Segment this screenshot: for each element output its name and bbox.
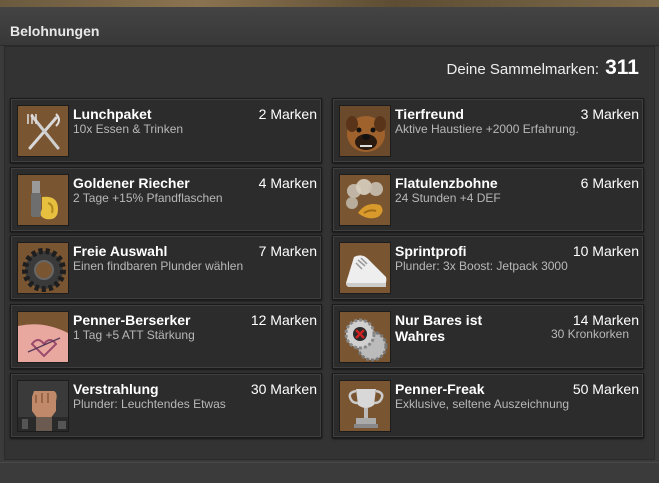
reward-cost: 3 Marken — [580, 106, 639, 122]
reward-description: Aktive Haustiere +2000 Erfahrung. — [395, 122, 579, 136]
reward-card-goldener-riecher[interactable]: Goldener Riecher 4 Marken 2 Tage +15% Pf… — [10, 167, 322, 232]
trophy-icon — [339, 380, 391, 432]
reward-cost: 50 Marken — [572, 381, 639, 397]
reward-cost: 10 Marken — [572, 243, 639, 259]
gear-ring-icon — [17, 242, 69, 294]
sneaker-icon — [339, 242, 391, 294]
reward-description: 2 Tage +15% Pfandflaschen — [73, 191, 223, 205]
reward-title: Penner-Berserker — [73, 312, 191, 328]
reward-title: Verstrahlung — [73, 381, 159, 397]
reward-description: 1 Tag +5 ATT Stärkung — [73, 328, 195, 342]
reward-cost: 4 Marken — [258, 175, 317, 191]
reward-description: 24 Stunden +4 DEF — [395, 191, 501, 205]
balance-value: 311 — [605, 56, 639, 79]
dog-icon — [339, 105, 391, 157]
reward-card-nur-bares-ist-wahres[interactable]: Nur Bares ist Wahres 14 Marken 30 Kronko… — [332, 304, 644, 369]
reward-card-penner-berserker[interactable]: Penner-Berserker 12 Marken 1 Tag +5 ATT … — [10, 304, 322, 369]
reward-description: Plunder: Leuchtendes Etwas — [73, 397, 226, 411]
reward-description: Plunder: 3x Boost: Jetpack 3000 — [395, 259, 568, 273]
reward-title: Sprintprofi — [395, 243, 467, 259]
reward-title: Penner-Freak — [395, 381, 485, 397]
reward-card-verstrahlung[interactable]: Verstrahlung 30 Marken Plunder: Leuchten… — [10, 373, 322, 438]
bottle-cap-icon — [339, 311, 391, 363]
reward-card-tierfreund[interactable]: Tierfreund 3 Marken Aktive Haustiere +20… — [332, 98, 644, 163]
balance-label: Deine Sammelmarken: — [446, 61, 600, 78]
reward-title: Freie Auswahl — [73, 243, 168, 259]
footer-divider — [0, 462, 659, 463]
reward-cost: 14 Marken — [572, 312, 639, 328]
top-decor-strip — [0, 0, 659, 7]
reward-card-penner-freak[interactable]: Penner-Freak 50 Marken Exklusive, selten… — [332, 373, 644, 438]
reward-cost: 7 Marken — [258, 243, 317, 259]
golden-nose-icon — [17, 174, 69, 226]
reward-cost: 30 Marken — [250, 381, 317, 397]
panel-header: Belohnungen — [0, 7, 659, 46]
fork-knife-icon — [17, 105, 69, 157]
reward-cost: 2 Marken — [258, 106, 317, 122]
reward-title: Tierfreund — [395, 106, 464, 122]
reward-card-lunchpaket[interactable]: Lunchpaket 2 Marken 10x Essen & Trinken — [10, 98, 322, 163]
reward-description: 10x Essen & Trinken — [73, 122, 184, 136]
reward-description: 30 Kronkorken — [550, 327, 629, 341]
reward-card-freie-auswahl[interactable]: Freie Auswahl 7 Marken Einen findbaren P… — [10, 235, 322, 300]
reward-title: Goldener Riecher — [73, 175, 190, 191]
bean-icon — [339, 174, 391, 226]
reward-title: Nur Bares ist Wahres — [395, 312, 483, 344]
reward-card-sprintprofi[interactable]: Sprintprofi 10 Marken Plunder: 3x Boost:… — [332, 235, 644, 300]
balance-display: Deine Sammelmarken: 311 — [447, 56, 639, 80]
reward-title: Lunchpaket — [73, 106, 152, 122]
reward-card-flatulenzbohne[interactable]: Flatulenzbohne 6 Marken 24 Stunden +4 DE… — [332, 167, 644, 232]
reward-cost: 12 Marken — [250, 312, 317, 328]
page-title: Belohnungen — [10, 23, 100, 39]
reward-title: Flatulenzbohne — [395, 175, 498, 191]
tattoo-arm-icon — [17, 311, 69, 363]
reward-cost: 6 Marken — [580, 175, 639, 191]
reward-description: Einen findbaren Plunder wählen — [73, 259, 244, 273]
reward-description: Exklusive, seltene Auszeichnung — [395, 397, 570, 411]
fist-icon — [17, 380, 69, 432]
